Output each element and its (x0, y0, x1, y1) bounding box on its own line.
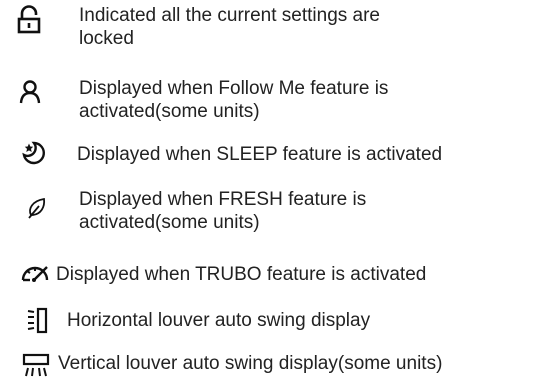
leaf-icon (27, 197, 47, 219)
sleep-moon-icon (21, 140, 47, 166)
legend-item-text: Displayed when FRESH feature is activate… (79, 188, 366, 234)
horizontal-louver-swing-icon (27, 307, 49, 334)
legend-item-line: Horizontal louver auto swing display (67, 310, 371, 331)
legend-item-line: Displayed when FRESH feature is (79, 189, 367, 210)
person-icon (19, 80, 41, 104)
vertical-louver-swing-icon (22, 353, 50, 378)
legend-item-line: activated(some units) (79, 101, 260, 122)
turbo-gauge-icon (21, 263, 49, 283)
legend-item-line: Displayed when TRUBO feature is activate… (56, 264, 427, 285)
legend-item-text: Displayed when TRUBO feature is activate… (56, 263, 426, 286)
legend-item-text: Indicated all the current settings are l… (79, 4, 380, 50)
legend-item-text: Vertical louver auto swing display(some … (58, 352, 442, 375)
legend-item-text: Displayed when Follow Me feature is acti… (79, 77, 388, 123)
legend-item-line: locked (79, 28, 134, 49)
legend-item-text: Horizontal louver auto swing display (67, 309, 370, 332)
legend-item-line: Displayed when Follow Me feature is (79, 78, 389, 99)
legend-item-line: activated(some units) (79, 212, 260, 233)
legend-item-line: Displayed when SLEEP feature is activate… (77, 144, 443, 165)
legend-item-line: Vertical louver auto swing display(some … (58, 353, 443, 374)
legend-item-line: Indicated all the current settings are (79, 5, 381, 26)
indicator-legend: Indicated all the current settings are l… (0, 0, 537, 388)
legend-item-text: Displayed when SLEEP feature is activate… (77, 143, 442, 166)
lock-icon (17, 5, 41, 34)
